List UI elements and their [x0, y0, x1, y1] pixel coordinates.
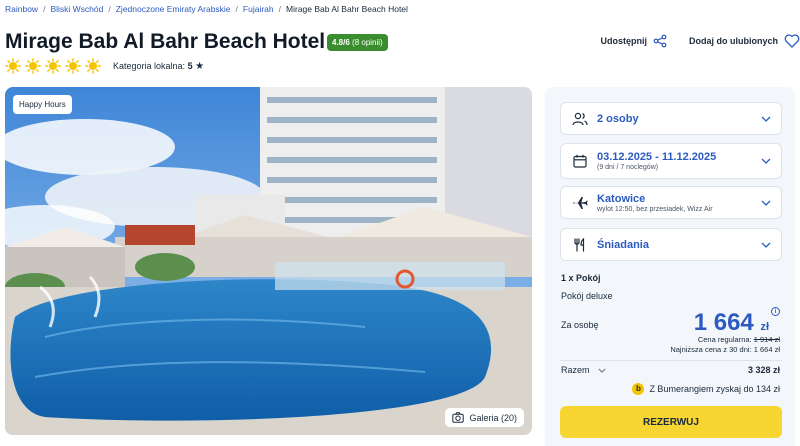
chevron-down-icon	[761, 200, 771, 206]
booking-panel: 2 osoby 03.12.2025 - 11.12.2025 (9 dni / …	[545, 87, 795, 446]
sun-icon	[5, 58, 21, 74]
persons-value: 2 osoby	[597, 112, 639, 125]
share-icon	[653, 34, 667, 48]
hotel-photo[interactable]: Happy Hours Galeria (20)	[5, 87, 532, 435]
calendar-icon	[571, 154, 589, 168]
share-button[interactable]: Udostępnij	[601, 34, 668, 48]
favorite-label: Dodaj do ulubionych	[689, 36, 778, 46]
sun-icon	[25, 58, 41, 74]
breadcrumb-item-fujairah[interactable]: Fujairah	[243, 4, 274, 14]
dates-value: 03.12.2025 - 11.12.2025	[597, 151, 717, 163]
camera-icon	[452, 412, 465, 423]
departure-details: wylot 12:50, bez przesiadek, Wizz Air	[597, 205, 713, 213]
board-value: Śniadania	[597, 238, 649, 251]
chevron-down-icon	[761, 116, 771, 122]
breadcrumb-item-bliski-wschod[interactable]: Bliski Wschód	[50, 4, 103, 14]
price-currency: zł	[760, 321, 769, 333]
sun-icon	[45, 58, 61, 74]
regular-price: Cena regularna: 1 914 zł	[698, 335, 780, 344]
favorite-button[interactable]: Dodaj do ulubionych	[689, 34, 800, 48]
dates-duration: (9 dni / 7 noclegów)	[597, 164, 659, 171]
total-label: Razem	[561, 365, 590, 375]
divider	[560, 360, 782, 361]
share-label: Udostępnij	[600, 36, 648, 46]
breadcrumb-item-zea[interactable]: Zjednoczone Emiraty Arabskie	[116, 4, 231, 14]
bumerang-text: Z Bumerangiem zyskaj do 134 zł	[649, 384, 780, 394]
breadcrumb-item-rainbow[interactable]: Rainbow	[5, 4, 38, 14]
chevron-down-icon	[761, 242, 771, 248]
regular-price-label: Cena regularna:	[697, 335, 752, 344]
total-value: 3 328 zł	[747, 365, 780, 375]
breadcrumb-separator: /	[43, 4, 46, 14]
breadcrumb-separator: /	[108, 4, 111, 14]
breadcrumb-separator: /	[278, 4, 282, 14]
category-label: Kategoria lokalna:	[113, 61, 186, 71]
total-toggle[interactable]: Razem	[561, 365, 606, 375]
board-select[interactable]: Śniadania	[560, 228, 782, 261]
people-icon	[571, 112, 589, 126]
local-category: Kategoria lokalna: 5 ★	[113, 61, 204, 72]
persons-select[interactable]: 2 osoby	[560, 102, 782, 135]
chevron-down-icon	[761, 158, 771, 164]
rating-badge[interactable]: 4.8/6 (8 opinii)	[327, 34, 388, 51]
top-actions: Udostępnij Dodaj do ulubionych	[579, 34, 800, 48]
departure-select[interactable]: Katowice wylot 12:50, bez przesiadek, Wiz…	[560, 186, 782, 219]
cutlery-icon	[571, 237, 589, 252]
breadcrumb-separator: /	[235, 4, 238, 14]
hotel-pool-image	[5, 87, 532, 435]
sun-icon	[65, 58, 81, 74]
rating-value: 4.8/6	[332, 38, 350, 47]
page-title: Mirage Bab Al Bahr Beach Hotel	[5, 30, 326, 53]
star-icon: ★	[195, 61, 205, 72]
chevron-down-icon	[598, 368, 606, 373]
departure-value: Katowice	[597, 192, 646, 205]
rating-count: (8 opinii)	[352, 38, 383, 47]
happy-hours-badge: Happy Hours	[13, 95, 72, 114]
price-per-person: 1 664 zł	[694, 309, 769, 337]
plane-icon	[571, 196, 589, 210]
room-type: Pokój deluxe	[561, 291, 613, 301]
dates-select[interactable]: 03.12.2025 - 11.12.2025 (9 dni / 7 nocleg…	[560, 143, 782, 179]
gallery-label: Galeria (20)	[469, 412, 517, 423]
bumerang-info: b Z Bumerangiem zyskaj do 134 zł	[632, 383, 780, 395]
price-value: 1 664	[693, 309, 754, 336]
bumerang-logo: b	[632, 383, 645, 395]
regular-price-value: 1 914 zł	[753, 335, 780, 344]
per-person-label: Za osobę	[561, 320, 599, 330]
sun-icon	[85, 58, 101, 74]
reserve-button[interactable]: REZERWUJ	[560, 406, 782, 438]
heart-icon	[784, 34, 800, 48]
info-icon[interactable]: i	[771, 307, 780, 316]
category-value: 5	[187, 61, 193, 71]
lowest-price-30-days: Najniższa cena z 30 dni: 1 664 zł	[670, 345, 780, 354]
breadcrumb: Rainbow / Bliski Wschód / Zjednoczone Emirat…	[5, 4, 408, 14]
breadcrumb-current: Mirage Bab Al Bahr Beach Hotel	[286, 4, 408, 14]
room-count: 1 x Pokój	[561, 273, 601, 283]
gallery-button[interactable]: Galeria (20)	[445, 408, 524, 427]
hotel-suns-rating	[5, 58, 101, 74]
